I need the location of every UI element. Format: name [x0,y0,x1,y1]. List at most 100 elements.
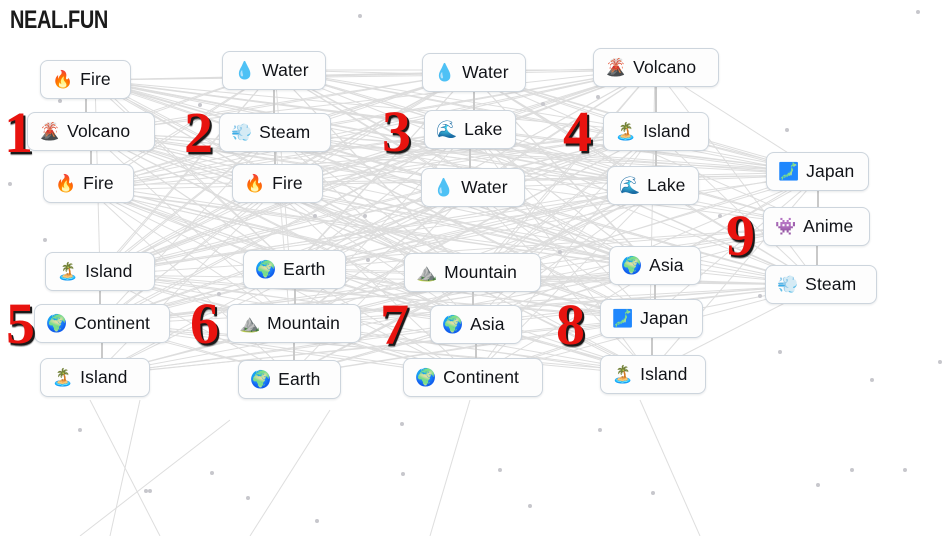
element-emoji-icon: 🏝️ [615,122,637,141]
element-item[interactable]: 🗾 Japan [766,152,869,191]
element-label: Volcano [67,121,131,141]
element-item[interactable]: 💧 Water [222,51,326,90]
element-emoji-icon: ⛰️ [239,314,261,333]
element-emoji-icon: 👾 [775,217,797,236]
element-label: Water [262,60,309,80]
element-item[interactable]: 💧 Water [422,53,526,92]
element-item[interactable]: 🌍 Continent [34,304,170,343]
element-emoji-icon: 🌍 [250,370,272,389]
element-item[interactable]: 💨 Steam [219,113,331,152]
item-connector [273,90,275,113]
element-item[interactable]: 🌋 Volcano [593,48,719,87]
element-label: Fire [272,173,303,193]
element-emoji-icon: 🔥 [244,174,266,193]
group-number-annotation: 6 [190,291,219,356]
element-emoji-icon: 🔥 [55,174,77,193]
element-label: Water [462,62,509,82]
item-connector [655,151,657,166]
item-connector [469,149,471,168]
group-number-annotation: 4 [563,99,592,164]
element-emoji-icon: 🗾 [612,309,634,328]
element-item[interactable]: 🔥 Fire [232,164,323,203]
element-item[interactable]: ⛰️ Mountain [404,253,541,292]
element-label: Island [85,261,133,281]
element-emoji-icon: 🌋 [605,58,627,77]
element-label: Earth [278,369,321,389]
element-emoji-icon: 🗾 [778,162,800,181]
element-emoji-icon: 💨 [777,275,799,294]
element-item[interactable]: 💨 Steam [765,265,877,304]
element-item[interactable]: 🌋 Volcano [27,112,155,151]
item-connector [90,151,92,164]
element-label: Island [80,367,128,387]
item-connector [815,246,818,265]
element-item[interactable]: 🏝️ Island [603,112,709,151]
element-item[interactable]: 🔥 Fire [43,164,134,203]
element-emoji-icon: 💧 [433,178,455,197]
element-label: Water [461,177,508,197]
item-connector [84,99,87,112]
group-number-annotation: 7 [380,292,409,357]
element-label: Continent [74,313,150,333]
element-label: Mountain [267,313,340,333]
element-emoji-icon: 🏝️ [612,365,634,384]
item-connector [816,191,819,207]
element-emoji-icon: ⛰️ [416,263,438,282]
item-connector [99,291,101,304]
element-emoji-icon: 🌍 [255,260,277,279]
element-label: Anime [803,216,854,236]
element-item[interactable]: 🌊 Lake [607,166,699,205]
element-item[interactable]: 🔥 Fire [40,60,131,99]
element-label: Volcano [633,57,697,77]
element-label: Fire [80,69,111,89]
element-emoji-icon: 💧 [434,63,456,82]
element-label: Japan [806,161,855,181]
item-connector [101,343,103,358]
element-emoji-icon: 💨 [231,123,253,142]
element-item[interactable]: 🌍 Earth [238,360,341,399]
item-connector [471,292,474,305]
element-item[interactable]: 🌊 Lake [424,110,516,149]
element-emoji-icon: 🌍 [621,256,643,275]
element-item[interactable]: 🌍 Asia [609,246,701,285]
element-item[interactable]: 🏝️ Island [45,252,155,291]
element-label: Asia [649,255,684,275]
item-connector [654,285,656,299]
element-emoji-icon: 💧 [234,61,256,80]
element-emoji-icon: 🌋 [39,122,61,141]
element-item[interactable]: 🌍 Continent [403,358,543,397]
element-label: Lake [464,119,503,139]
element-item[interactable]: 🏝️ Island [40,358,150,397]
element-item[interactable]: 🗾 Japan [600,299,703,338]
group-number-annotation: 1 [4,100,33,165]
element-label: Mountain [444,262,517,282]
element-item[interactable]: 🏝️ Island [600,355,706,394]
element-label: Steam [805,274,857,294]
element-label: Island [643,121,691,141]
element-item[interactable]: 👾 Anime [763,207,870,246]
element-item[interactable]: 🌍 Earth [243,250,346,289]
element-emoji-icon: 🏝️ [52,368,74,387]
element-item[interactable]: 💧 Water [421,168,525,207]
element-item[interactable]: 🌍 Asia [430,305,522,344]
item-connector [274,152,276,164]
item-connector [293,289,296,304]
element-label: Steam [259,122,311,142]
element-emoji-icon: 🏝️ [57,262,79,281]
element-label: Island [640,364,688,384]
site-logo[interactable]: NEAL.FUN [10,6,108,35]
group-number-annotation: 9 [726,203,755,268]
group-number-annotation: 3 [382,99,411,164]
element-label: Continent [443,367,519,387]
element-item[interactable]: ⛰️ Mountain [227,304,361,343]
element-emoji-icon: 🌊 [436,120,458,139]
element-emoji-icon: 🌍 [46,314,68,333]
group-number-annotation: 2 [184,100,213,165]
item-connector [650,338,653,355]
element-emoji-icon: 🌍 [415,368,437,387]
element-emoji-icon: 🔥 [52,70,74,89]
element-label: Asia [470,314,505,334]
item-connector [475,344,477,358]
item-connector [655,87,657,112]
infinite-craft-canvas[interactable]: NEAL.FUN 🔥 Fire 🌋 Volcano 🔥 Fire 1 💧 Water 💨 Steam… [0,0,952,536]
